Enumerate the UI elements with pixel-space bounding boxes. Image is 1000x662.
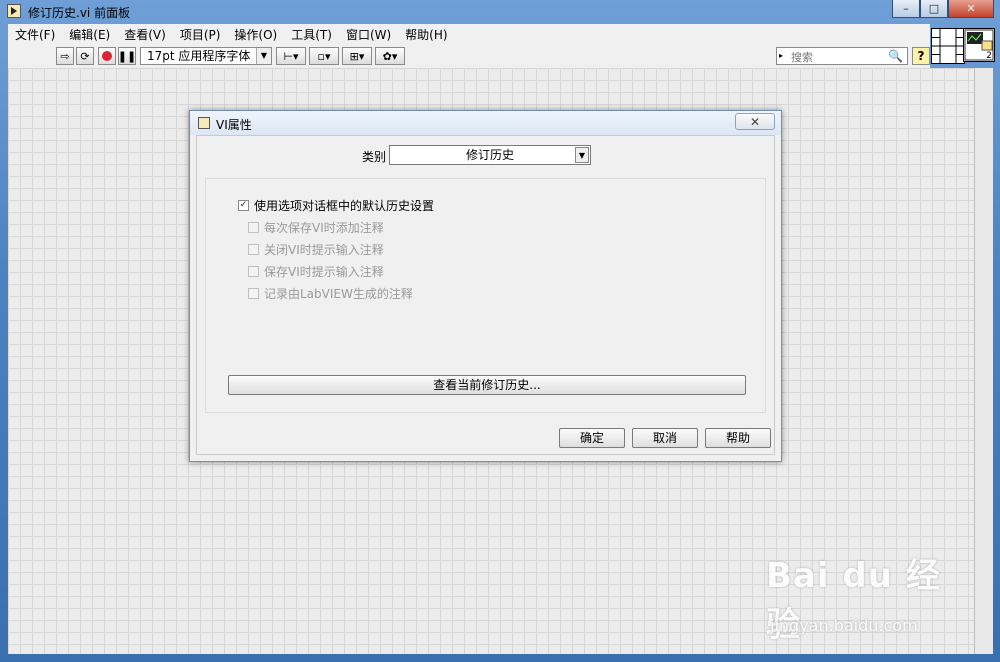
maximize-button[interactable]: □: [920, 0, 948, 18]
menu-help[interactable]: 帮助(H): [398, 26, 454, 43]
toolbar: ⇨ ⟳ ❚❚ 17pt 应用程序字体 ▼ ⊢▾ ▫▾ ⊞▾ ✿▾ ▸ 🔍 ?: [8, 44, 930, 69]
category-select[interactable]: 修订历史 ▼: [389, 145, 591, 165]
watermark: Bai du 经验 jingyan.baidu.com: [766, 548, 966, 648]
history-option-label: 每次保存VI时添加注释: [264, 221, 384, 235]
window-controls: – □ ✕: [892, 0, 994, 18]
history-option-label: 关闭VI时提示输入注释: [264, 243, 384, 257]
align-objects-icon[interactable]: ⊢▾: [276, 47, 306, 65]
minimize-button[interactable]: –: [892, 0, 920, 18]
vi-icon-number: 2: [986, 51, 992, 61]
abort-icon[interactable]: [98, 47, 116, 65]
dialog-titlebar[interactable]: VI属性 ✕: [190, 111, 781, 135]
resize-objects-icon[interactable]: ⊞▾: [342, 47, 372, 65]
history-option: 记录由LabVIEW生成的注释: [248, 285, 413, 302]
view-revision-history-button[interactable]: 查看当前修订历史...: [228, 375, 746, 395]
watermark-url: jingyan.baidu.com: [770, 616, 918, 635]
menu-project[interactable]: 项目(P): [173, 26, 228, 43]
dialog-app-icon: [198, 117, 210, 129]
menu-view[interactable]: 查看(V): [117, 26, 173, 43]
dialog-close-button[interactable]: ✕: [735, 113, 775, 130]
menu-tools[interactable]: 工具(T): [284, 26, 339, 43]
window-title: 修订历史.vi 前面板: [28, 6, 131, 20]
connector-pane-icon[interactable]: [931, 28, 965, 64]
search-marker-icon: ▸: [779, 51, 784, 60]
menu-window[interactable]: 窗口(W): [339, 26, 398, 43]
window-titlebar[interactable]: 修订历史.vi 前面板 – □ ✕: [0, 0, 1000, 24]
chevron-down-icon[interactable]: ▼: [575, 147, 589, 163]
history-option: 关闭VI时提示输入注释: [248, 241, 384, 258]
menu-bar: 文件(F) 编辑(E) 查看(V) 项目(P) 操作(O) 工具(T) 窗口(W…: [8, 24, 930, 44]
context-help-button[interactable]: ?: [912, 47, 930, 65]
search-box: ▸ 🔍: [776, 47, 908, 65]
vi-properties-dialog: VI属性 ✕ 类别 修订历史 ▼ ✓ 使用选项对话框中的默认历史设置 每次保存V…: [189, 110, 782, 462]
history-option-label: 记录由LabVIEW生成的注释: [264, 287, 413, 301]
dialog-body: 类别 修订历史 ▼ ✓ 使用选项对话框中的默认历史设置 每次保存VI时添加注释 …: [196, 135, 775, 455]
revision-history-group: ✓ 使用选项对话框中的默认历史设置 每次保存VI时添加注释 关闭VI时提示输入注…: [205, 178, 766, 413]
menu-operate[interactable]: 操作(O): [227, 26, 284, 43]
dialog-title: VI属性: [216, 118, 252, 132]
distribute-objects-icon[interactable]: ▫▾: [309, 47, 339, 65]
use-default-history-label: 使用选项对话框中的默认历史设置: [254, 199, 435, 213]
menu-edit[interactable]: 编辑(E): [62, 26, 117, 43]
magnifier-icon[interactable]: 🔍: [888, 49, 903, 63]
close-button[interactable]: ✕: [948, 0, 994, 18]
reorder-icon[interactable]: ✿▾: [375, 47, 405, 65]
use-default-history-checkbox[interactable]: ✓: [238, 200, 249, 211]
history-option-label: 保存VI时提示输入注释: [264, 265, 384, 279]
menu-file[interactable]: 文件(F): [8, 26, 62, 43]
history-option-checkbox: [248, 244, 259, 255]
history-option-checkbox: [248, 222, 259, 233]
font-select[interactable]: 17pt 应用程序字体 ▼: [140, 47, 272, 65]
help-button[interactable]: 帮助: [705, 428, 771, 448]
run-arrow-icon[interactable]: ⇨: [56, 47, 74, 65]
font-select-value: 17pt 应用程序字体: [147, 49, 251, 63]
use-default-history-option[interactable]: ✓ 使用选项对话框中的默认历史设置: [238, 197, 434, 214]
cancel-button[interactable]: 取消: [632, 428, 698, 448]
run-continuously-icon[interactable]: ⟳: [76, 47, 94, 65]
ok-button[interactable]: 确定: [559, 428, 625, 448]
history-option-checkbox: [248, 266, 259, 277]
labview-front-panel-window: 修订历史.vi 前面板 – □ ✕ 文件(F) 编辑(E) 查看(V) 项目(P…: [0, 0, 1000, 662]
search-input[interactable]: [789, 49, 889, 65]
chevron-down-icon: ▼: [256, 48, 271, 64]
pause-icon[interactable]: ❚❚: [118, 47, 136, 65]
history-option: 每次保存VI时添加注释: [248, 219, 384, 236]
category-value: 修订历史: [465, 148, 514, 162]
history-option: 保存VI时提示输入注释: [248, 263, 384, 280]
vertical-scrollbar[interactable]: [974, 68, 993, 654]
history-option-checkbox: [248, 288, 259, 299]
category-label: 类别: [362, 150, 387, 164]
labview-app-icon[interactable]: [7, 4, 21, 18]
vi-icon[interactable]: 2: [963, 28, 995, 62]
